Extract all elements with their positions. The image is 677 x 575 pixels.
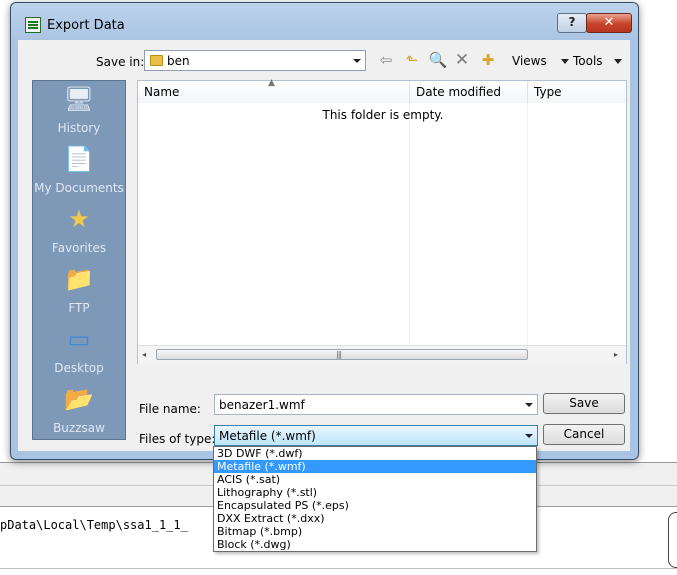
file-type-option-selected[interactable]: Metafile (*.wmf) (214, 460, 536, 473)
dialog-client-area: Save in: ben ⇦ ⬑ 🔍 ✕ ✚ Views Tools 🖥 His… (18, 40, 630, 451)
buzzsaw-icon: 📂 (64, 385, 94, 413)
views-menu[interactable]: Views (512, 54, 547, 68)
background-panel-edge (668, 512, 677, 568)
back-arrow-icon[interactable]: ⇦ (376, 50, 396, 70)
export-data-dialog: Export Data ? ✕ Save in: ben ⇦ ⬑ 🔍 ✕ ✚ V… (10, 2, 639, 460)
scroll-left-icon[interactable]: ◂ (142, 350, 146, 359)
file-type-option[interactable]: ACIS (*.sat) (214, 473, 536, 486)
tools-menu[interactable]: Tools (573, 54, 603, 68)
file-type-select[interactable]: Metafile (*.wmf) (214, 425, 538, 446)
favorites-icon: ★ (68, 205, 90, 233)
views-chevron-down-icon[interactable] (561, 59, 569, 64)
save-button[interactable]: Save (543, 393, 625, 414)
save-in-label: Save in: (96, 55, 145, 69)
place-buzzsaw[interactable]: 📂 Buzzsaw (33, 381, 125, 439)
horizontal-scrollbar[interactable]: ◂ ||| ▸ (138, 345, 626, 364)
column-header-name-label: Name (144, 85, 180, 99)
file-type-option[interactable]: Encapsulated PS (*.eps) (214, 499, 536, 512)
up-folder-icon[interactable]: ⬑ (402, 50, 422, 70)
search-web-icon[interactable]: 🔍 (428, 50, 448, 70)
file-name-chevron-down-icon[interactable] (525, 403, 533, 407)
dialog-title: Export Data (47, 18, 125, 33)
column-divider (409, 103, 410, 345)
place-desktop[interactable]: ▭ Desktop (33, 321, 125, 379)
background-divider (0, 568, 677, 569)
place-label: Buzzsaw (53, 421, 105, 435)
column-header-date-modified[interactable]: Date modified (410, 81, 528, 103)
file-type-value: Metafile (*.wmf) (219, 429, 316, 443)
background-path-text: pData\Local\Temp\ssa1_1_1_ (0, 518, 188, 532)
help-button[interactable]: ? (557, 13, 587, 33)
save-in-value: ben (167, 54, 190, 68)
column-header-type[interactable]: Type (528, 81, 626, 103)
sort-ascending-icon: ▲ (268, 78, 275, 88)
title-bar[interactable]: Export Data ? ✕ (11, 3, 638, 33)
desktop-icon: ▭ (67, 325, 91, 353)
file-type-option[interactable]: 3D DWF (*.dwf) (214, 447, 536, 460)
tools-chevron-down-icon[interactable] (614, 59, 622, 64)
file-type-label: Files of type: (139, 432, 216, 446)
scrollbar-thumb[interactable]: ||| (156, 349, 528, 360)
file-list[interactable]: Name ▲ Date modified Type This folder is… (137, 78, 627, 364)
ftp-icon: 📁 (64, 265, 94, 293)
new-folder-icon[interactable]: ✚ (478, 50, 498, 70)
place-label: Desktop (54, 361, 104, 375)
column-header-name[interactable]: Name ▲ (138, 78, 410, 103)
file-type-chevron-down-icon[interactable] (525, 434, 533, 438)
folder-icon (150, 55, 163, 66)
places-bar: 🖥 History 📄 My Documents ★ Favorites 📁 F… (32, 80, 126, 440)
scroll-right-icon[interactable]: ▸ (614, 350, 618, 359)
place-ftp[interactable]: 📁 FTP (33, 261, 125, 319)
delete-icon[interactable]: ✕ (452, 50, 472, 70)
app-icon (25, 17, 41, 33)
place-history[interactable]: 🖥 History (33, 81, 125, 139)
place-label: History (57, 121, 101, 135)
file-name-input[interactable]: benazer1.wmf (214, 394, 538, 415)
place-my-documents[interactable]: 📄 My Documents (33, 141, 125, 199)
place-favorites[interactable]: ★ Favorites (33, 201, 125, 259)
file-name-value: benazer1.wmf (219, 398, 305, 412)
history-icon: 🖥 (63, 85, 95, 113)
chevron-down-icon[interactable] (353, 59, 361, 63)
file-type-option[interactable]: Lithography (*.stl) (214, 486, 536, 499)
cancel-button[interactable]: Cancel (543, 424, 625, 445)
save-in-combo[interactable]: ben (144, 50, 366, 71)
place-label: Favorites (51, 241, 107, 255)
place-label: My Documents (34, 181, 124, 195)
column-divider (527, 103, 528, 345)
file-type-option[interactable]: DXX Extract (*.dxx) (214, 512, 536, 525)
file-type-dropdown-list[interactable]: 3D DWF (*.dwf) Metafile (*.wmf) ACIS (*.… (213, 446, 537, 552)
file-type-option[interactable]: Bitmap (*.bmp) (214, 525, 536, 538)
empty-folder-message: This folder is empty. (322, 108, 444, 122)
close-button[interactable]: ✕ (586, 13, 632, 33)
place-label: FTP (68, 301, 90, 315)
my-documents-icon: 📄 (64, 145, 94, 173)
file-type-option[interactable]: Block (*.dwg) (214, 538, 536, 551)
scrollbar-grip-icon: ||| (336, 350, 342, 359)
file-name-label: File name: (139, 402, 201, 416)
